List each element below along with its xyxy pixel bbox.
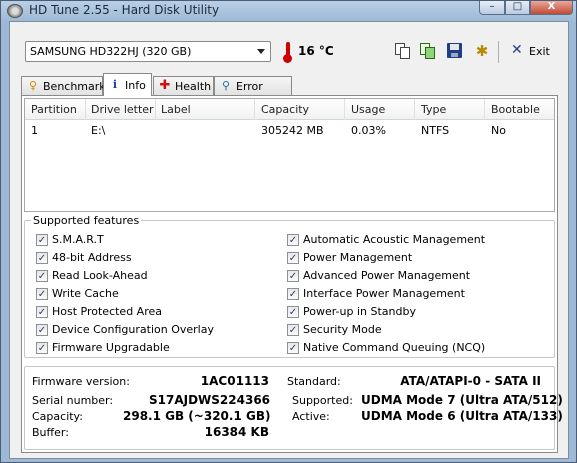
cell-usage: 0.03% xyxy=(351,124,386,137)
column-bootable[interactable]: Bootable xyxy=(491,103,540,116)
tab-health-label: Health xyxy=(175,80,212,93)
tab-health[interactable]: ✚ Health xyxy=(153,76,214,95)
supported-features-title: Supported features xyxy=(31,214,142,227)
checkbox-checked-icon: ✓ xyxy=(287,342,299,354)
capacity-label: Capacity: xyxy=(32,410,83,423)
partition-table-header: Partition Drive letter Label Capacity Us… xyxy=(25,99,554,120)
cell-bootable: No xyxy=(491,124,506,137)
feature-label: 48-bit Address xyxy=(52,251,132,264)
thermometer-icon xyxy=(283,42,292,63)
column-usage[interactable]: Usage xyxy=(351,103,385,116)
serial-value: S17AJDWS224366 xyxy=(149,393,271,407)
feature-label: Firmware Upgradable xyxy=(52,341,170,354)
tab-info[interactable]: i Info xyxy=(103,73,152,96)
checkbox-checked-icon: ✓ xyxy=(36,324,48,336)
feature-label: Host Protected Area xyxy=(52,305,162,318)
column-drive-letter[interactable]: Drive letter xyxy=(91,103,154,116)
error-scan-icon: ⚲ xyxy=(221,79,231,92)
toolbar-separator xyxy=(498,41,499,63)
feature-label: Power-up in Standby xyxy=(303,305,416,318)
table-row[interactable]: 1 E:\ 305242 MB 0.03% NTFS No xyxy=(25,122,554,139)
buffer-label: Buffer: xyxy=(32,426,69,439)
feature-label: S.M.A.R.T xyxy=(52,233,104,246)
supported-mode-label: Supported: xyxy=(292,394,353,407)
standard-label: Standard: xyxy=(287,375,341,388)
active-mode-label: Active: xyxy=(292,410,330,423)
buffer-value: 16384 KB xyxy=(204,425,269,439)
column-capacity[interactable]: Capacity xyxy=(261,103,309,116)
cell-partition: 1 xyxy=(31,124,38,137)
column-partition[interactable]: Partition xyxy=(31,103,77,116)
temperature-readout: 16 °C xyxy=(298,44,334,58)
feature-label: Device Configuration Overlay xyxy=(52,323,214,336)
capacity-value: 298.1 GB (~320.1 GB) xyxy=(123,409,271,423)
info-panel: Partition Drive letter Label Capacity Us… xyxy=(21,95,563,453)
options-icon[interactable]: ✱ xyxy=(473,42,491,60)
client-area: SAMSUNG HD322HJ (320 GB) 16 °C ✱ ✕ Exit … xyxy=(9,21,569,459)
drive-select-dropdown[interactable]: SAMSUNG HD322HJ (320 GB) xyxy=(25,41,271,62)
serial-label: Serial number: xyxy=(32,394,114,407)
maximize-button[interactable]: □ xyxy=(505,1,530,15)
checkbox-checked-icon: ✓ xyxy=(36,270,48,282)
feature-label: Power Management xyxy=(303,251,413,264)
checkbox-checked-icon: ✓ xyxy=(36,342,48,354)
exit-label: Exit xyxy=(529,45,550,58)
drive-details-group: Firmware version: 1AC01113 Serial number… xyxy=(24,366,563,450)
tab-benchmark[interactable]: ♀ Benchmark xyxy=(21,76,106,95)
firmware-value: 1AC01113 xyxy=(200,374,269,388)
checkbox-checked-icon: ✓ xyxy=(36,234,48,246)
column-type[interactable]: Type xyxy=(421,103,446,116)
feature-label: Automatic Acoustic Management xyxy=(303,233,486,246)
checkbox-checked-icon: ✓ xyxy=(287,252,299,264)
supported-mode-value: UDMA Mode 7 (Ultra ATA/512) xyxy=(361,393,563,407)
firmware-label: Firmware version: xyxy=(32,375,130,388)
checkbox-checked-icon: ✓ xyxy=(36,306,48,318)
checkbox-checked-icon: ✓ xyxy=(287,288,299,300)
tab-error-scan[interactable]: ⚲ Error Scan xyxy=(214,76,292,106)
column-label[interactable]: Label xyxy=(161,103,191,116)
active-mode-value: UDMA Mode 6 (Ultra ATA/133) xyxy=(361,409,563,423)
feature-label: Native Command Queuing (NCQ) xyxy=(303,341,486,354)
tab-benchmark-label: Benchmark xyxy=(43,80,106,93)
hd-tune-app-icon xyxy=(7,4,23,18)
health-icon: ✚ xyxy=(159,78,171,93)
close-button[interactable]: X xyxy=(530,1,573,15)
cell-capacity: 305242 MB xyxy=(261,124,324,137)
feature-label: Write Cache xyxy=(52,287,119,300)
chevron-down-icon xyxy=(257,49,265,54)
standard-value: ATA/ATAPI-0 - SATA II xyxy=(400,374,541,388)
exit-button[interactable]: ✕ Exit xyxy=(507,42,553,61)
tab-info-label: Info xyxy=(125,79,146,92)
checkbox-checked-icon: ✓ xyxy=(287,234,299,246)
checkbox-checked-icon: ✓ xyxy=(287,270,299,282)
checkbox-checked-icon: ✓ xyxy=(287,306,299,318)
minimize-button[interactable]: – xyxy=(479,1,505,15)
checkbox-checked-icon: ✓ xyxy=(36,252,48,264)
feature-label: Security Mode xyxy=(303,323,382,336)
partition-table: Partition Drive letter Label Capacity Us… xyxy=(24,98,555,212)
save-icon[interactable] xyxy=(446,42,464,60)
copy-screenshot-icon[interactable] xyxy=(419,42,437,60)
feature-label: Read Look-Ahead xyxy=(52,269,148,282)
app-window: HD Tune 2.55 - Hard Disk Utility – □ X S… xyxy=(0,0,577,463)
cell-drive-letter: E:\ xyxy=(91,124,106,137)
feature-label: Interface Power Management xyxy=(303,287,465,300)
checkbox-checked-icon: ✓ xyxy=(287,324,299,336)
exit-icon: ✕ xyxy=(511,42,523,58)
supported-features-group: Supported features ✓ S.M.A.R.T ✓ 48-bit Ad… xyxy=(24,214,555,358)
window-title: HD Tune 2.55 - Hard Disk Utility xyxy=(29,3,220,17)
info-icon: i xyxy=(112,78,118,91)
checkbox-checked-icon: ✓ xyxy=(36,288,48,300)
drive-select-value: SAMSUNG HD322HJ (320 GB) xyxy=(30,45,192,58)
cell-type: NTFS xyxy=(421,124,450,137)
feature-label: Advanced Power Management xyxy=(303,269,471,282)
copy-text-icon[interactable] xyxy=(394,42,412,60)
benchmark-icon: ♀ xyxy=(28,79,38,92)
